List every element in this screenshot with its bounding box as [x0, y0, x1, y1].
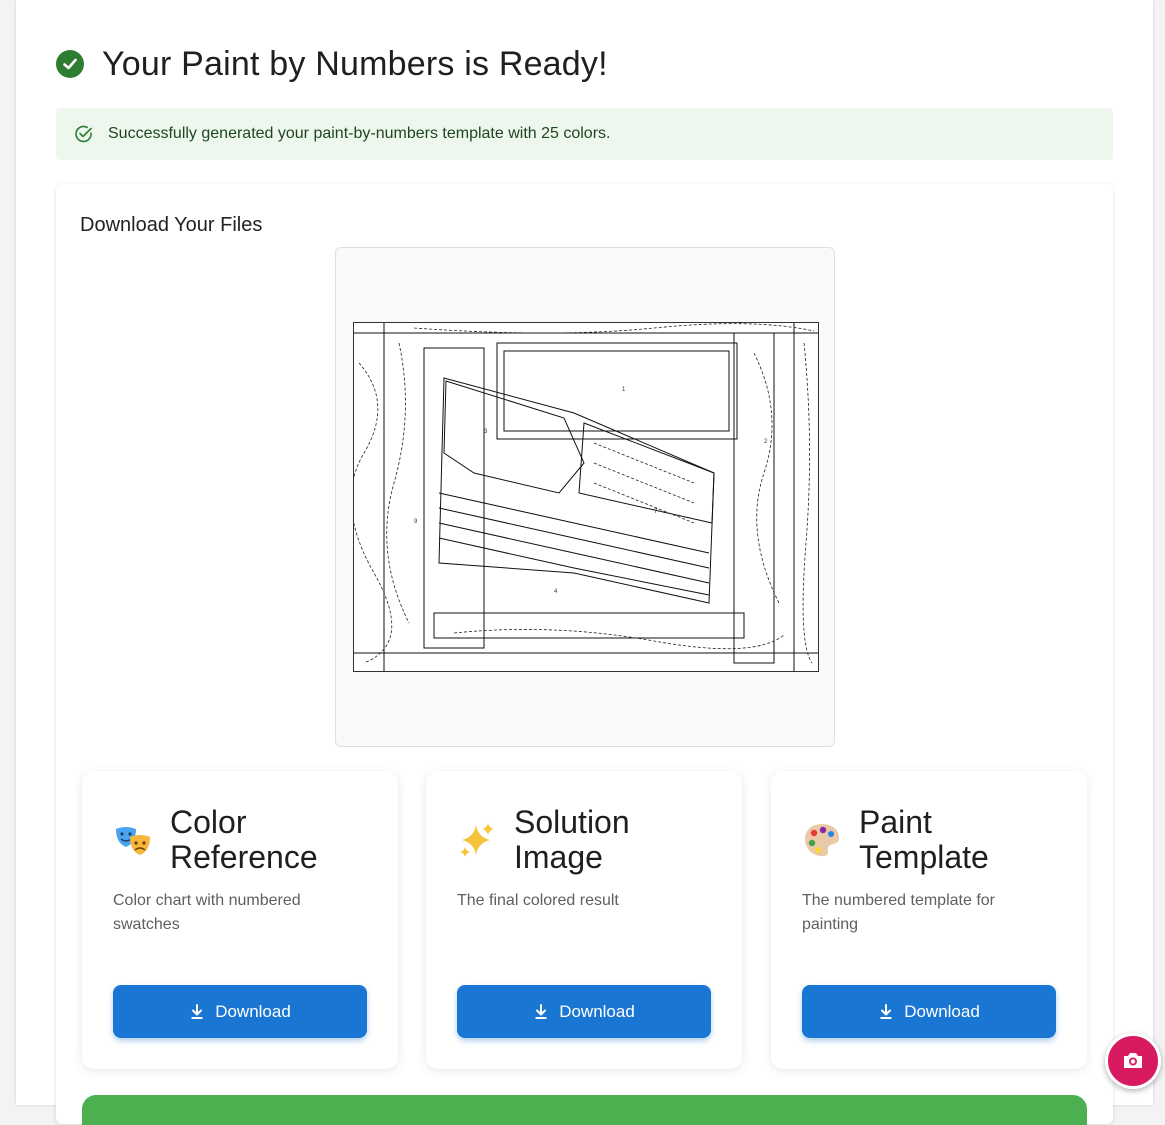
color-reference-tile: Color Reference Color chart with numbere… — [82, 771, 398, 1069]
download-color-reference-button[interactable]: Download — [113, 985, 367, 1038]
tile-title: Solution Image — [514, 804, 630, 875]
tile-title: Color Reference — [170, 804, 318, 875]
downloads-card: Download Your Files 1 3 7 4 9 2 Color Re… — [56, 184, 1113, 1125]
screenshot-fab-button[interactable] — [1105, 1033, 1161, 1089]
download-icon — [191, 1003, 203, 1019]
page-title: Your Paint by Numbers is Ready! — [102, 44, 608, 83]
page: Your Paint by Numbers is Ready! Successf… — [16, 0, 1153, 1125]
paint-template-tile: Paint Template The numbered template for… — [771, 771, 1087, 1069]
download-options: Color Reference Color chart with numbere… — [82, 771, 1087, 1071]
artist-palette-icon — [805, 824, 840, 857]
alert-message: Successfully generated your paint-by-num… — [108, 125, 611, 142]
page-header: Your Paint by Numbers is Ready! — [56, 42, 608, 86]
success-check-icon — [56, 50, 84, 78]
paint-by-numbers-preview-image: 1 3 7 4 9 2 — [353, 322, 819, 672]
check-circle-outline-icon — [75, 125, 92, 143]
sparkles-icon — [460, 823, 494, 857]
tile-description: The final colored result — [457, 892, 619, 909]
download-icon — [880, 1003, 892, 1019]
solution-image-tile: Solution Image The final colored result … — [426, 771, 742, 1069]
button-label: Download — [215, 1001, 291, 1021]
tile-description: Color chart with numbered swatches — [113, 892, 301, 933]
button-label: Download — [904, 1001, 980, 1021]
green-action-bar[interactable] — [82, 1095, 1087, 1125]
download-solution-image-button[interactable]: Download — [457, 985, 711, 1038]
button-label: Download — [559, 1001, 635, 1021]
download-icon — [535, 1003, 547, 1019]
download-paint-template-button[interactable]: Download — [802, 985, 1056, 1038]
success-alert: Successfully generated your paint-by-num… — [56, 108, 1113, 160]
tile-title: Paint Template — [859, 804, 989, 875]
tile-description: The numbered template for painting — [802, 892, 995, 933]
section-title: Download Your Files — [80, 214, 263, 236]
camera-icon — [1124, 1053, 1142, 1068]
template-preview: 1 3 7 4 9 2 — [335, 247, 835, 747]
theater-masks-icon — [116, 827, 150, 855]
